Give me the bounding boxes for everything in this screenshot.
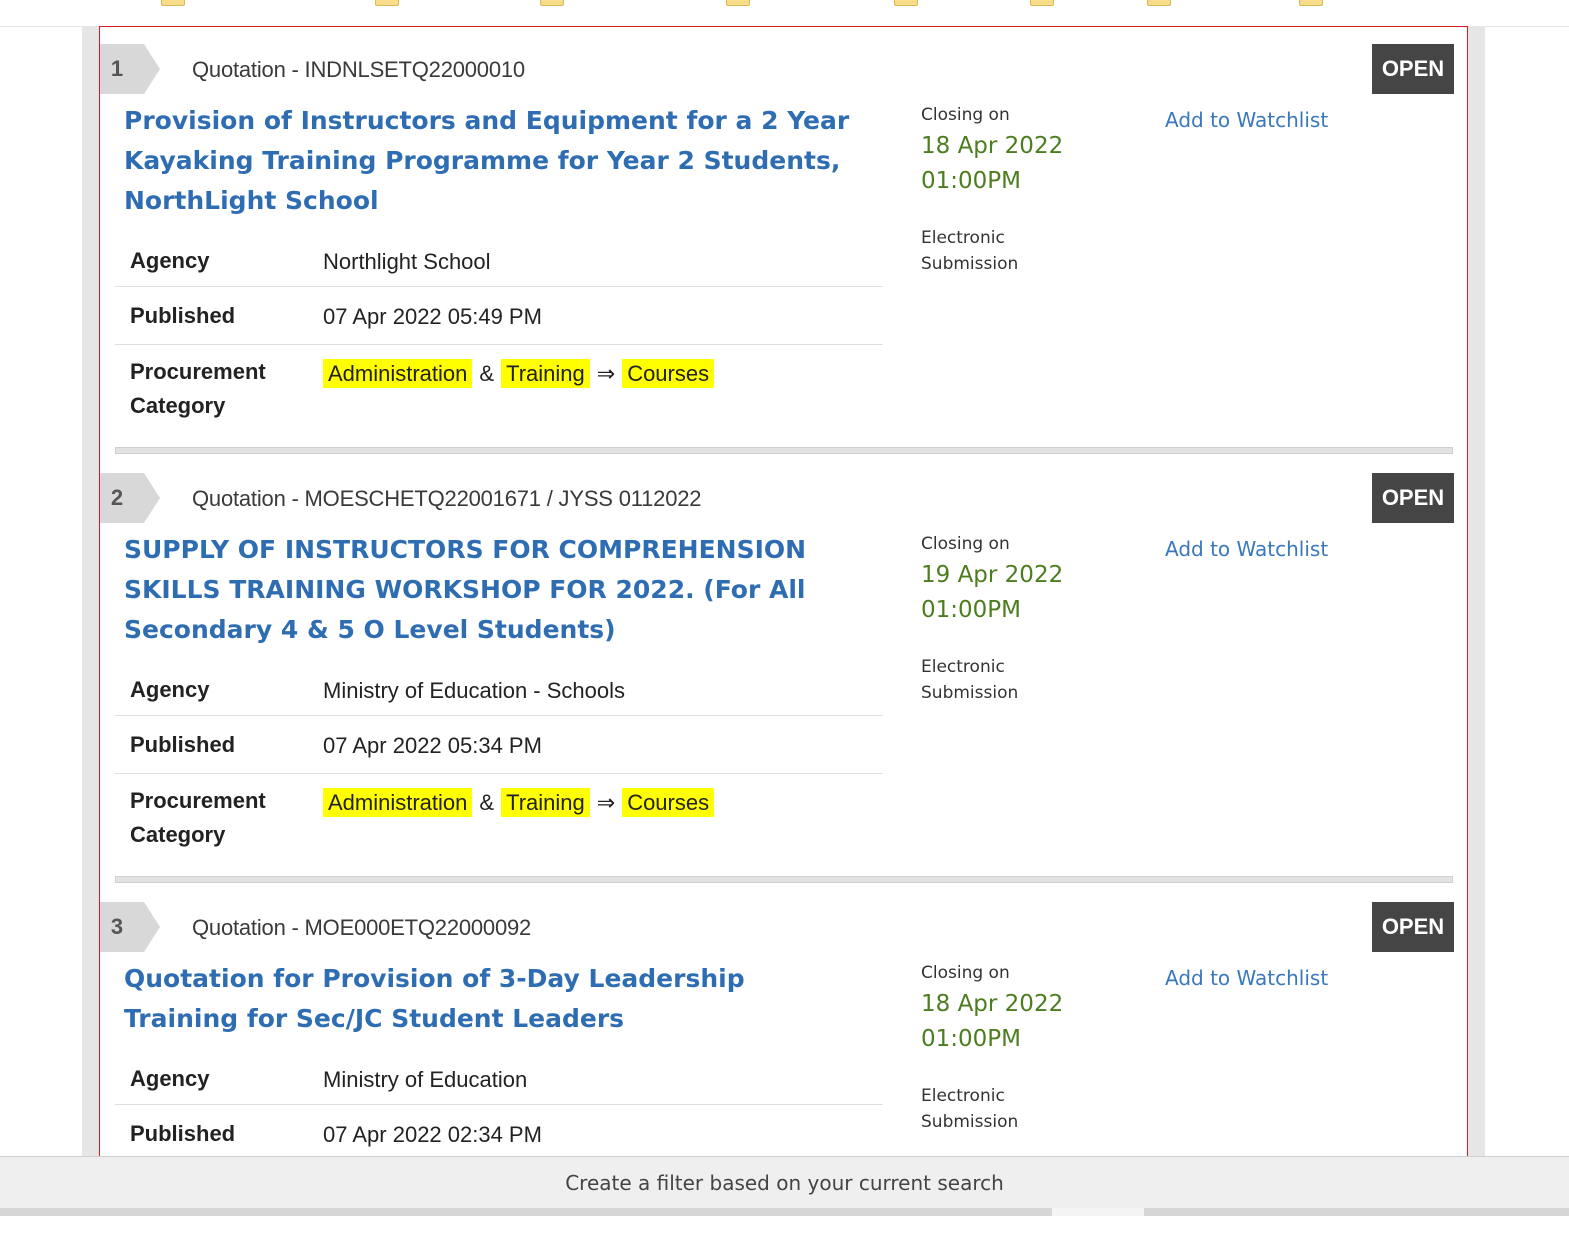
agency-label: Agency bbox=[130, 677, 210, 702]
horizontal-scrollbar[interactable] bbox=[0, 1208, 1569, 1216]
category-label-line2: Category bbox=[130, 822, 226, 847]
category-tag: Courses bbox=[622, 788, 715, 817]
category-label: Procurement Category bbox=[130, 355, 266, 423]
ampersand: & bbox=[479, 790, 495, 815]
published-row: Published 07 Apr 2022 05:49 PM bbox=[115, 287, 883, 345]
add-to-watchlist-link[interactable]: Add to Watchlist bbox=[1165, 537, 1328, 561]
category-row: Procurement Category Administration & Trai… bbox=[115, 345, 883, 435]
category-value: Administration & Training ⇒ Courses bbox=[323, 788, 715, 817]
agency-row: Agency Northlight School bbox=[115, 239, 883, 287]
status-badge: OPEN bbox=[1372, 902, 1454, 952]
closing-datetime: 18 Apr 2022 01:00PM bbox=[921, 129, 1063, 199]
published-row: Published 07 Apr 2022 05:34 PM bbox=[115, 716, 883, 774]
folder-icon bbox=[1030, 0, 1054, 6]
folder-icon bbox=[1299, 0, 1323, 6]
quotation-reference: Quotation - INDNLSETQ22000010 bbox=[192, 57, 525, 82]
folder-icon bbox=[726, 0, 750, 6]
category-tag: Training bbox=[501, 359, 590, 388]
closing-date: 19 Apr 2022 bbox=[921, 562, 1064, 588]
agency-row: Agency Ministry of Education - Schools bbox=[115, 668, 883, 716]
closing-time: 01:00PM bbox=[921, 168, 1021, 194]
details-table: Agency Ministry of Education - Schools P… bbox=[115, 668, 883, 864]
category-tag: Administration bbox=[323, 359, 473, 388]
closing-label: Closing on bbox=[921, 534, 1010, 554]
status-badge: OPEN bbox=[1372, 44, 1454, 94]
closing-date: 18 Apr 2022 bbox=[921, 991, 1064, 1017]
agency-value: Ministry of Education bbox=[323, 1067, 528, 1092]
category-tag: Training bbox=[501, 788, 590, 817]
closing-date: 18 Apr 2022 bbox=[921, 133, 1064, 159]
closing-time: 01:00PM bbox=[921, 597, 1021, 623]
category-value: Administration & Training ⇒ Courses bbox=[323, 359, 715, 388]
arrow-icon: ⇒ bbox=[596, 790, 616, 815]
category-label-line1: Procurement bbox=[130, 359, 266, 384]
tender-title-link[interactable]: Provision of Instructors and Equipment f… bbox=[124, 101, 864, 221]
closing-label: Closing on bbox=[921, 963, 1010, 983]
submission-method: Electronic Submission bbox=[921, 657, 1019, 703]
closing-datetime: 19 Apr 2022 01:00PM bbox=[921, 558, 1063, 628]
status-badge: OPEN bbox=[1372, 473, 1454, 523]
item-index-badge: 3 bbox=[100, 902, 160, 952]
category-label: Procurement Category bbox=[130, 784, 266, 852]
quotation-reference: Quotation - MOE000ETQ22000092 bbox=[192, 915, 532, 940]
published-value: 07 Apr 2022 05:49 PM bbox=[323, 304, 542, 329]
item-divider bbox=[115, 447, 1453, 454]
agency-label: Agency bbox=[130, 248, 210, 273]
published-label: Published bbox=[130, 303, 236, 328]
agency-value: Ministry of Education - Schools bbox=[323, 678, 626, 703]
item-index-badge: 1 bbox=[100, 44, 160, 94]
arrow-icon: ⇒ bbox=[596, 361, 616, 386]
add-to-watchlist-link[interactable]: Add to Watchlist bbox=[1165, 966, 1328, 990]
category-row: Procurement Category Administration & Trai… bbox=[115, 774, 883, 864]
published-label: Published bbox=[130, 732, 236, 757]
details-table: Agency Northlight School Published 07 Ap… bbox=[115, 239, 883, 435]
category-tag: Administration bbox=[323, 788, 473, 817]
submission-method: Electronic Submission bbox=[921, 1086, 1019, 1132]
top-strip bbox=[0, 0, 1569, 27]
folder-icon bbox=[1147, 0, 1171, 6]
quotation-reference: Quotation - MOESCHETQ22001671 / JYSS 011… bbox=[192, 486, 702, 511]
folder-icon bbox=[161, 0, 185, 6]
category-label-line2: Category bbox=[130, 393, 226, 418]
published-value: 07 Apr 2022 02:34 PM bbox=[323, 1122, 542, 1147]
item-divider bbox=[115, 876, 1453, 883]
folder-icon bbox=[375, 0, 399, 6]
closing-time: 01:00PM bbox=[921, 1026, 1021, 1052]
folder-icon bbox=[894, 0, 918, 6]
submission-method: Electronic Submission bbox=[921, 228, 1019, 274]
published-label: Published bbox=[130, 1121, 236, 1146]
agency-value: Northlight School bbox=[323, 249, 491, 274]
published-row: Published 07 Apr 2022 02:34 PM bbox=[115, 1105, 883, 1162]
published-value: 07 Apr 2022 05:34 PM bbox=[323, 733, 542, 758]
tender-results-list: 1 Quotation - INDNLSETQ22000010 OPEN Pro… bbox=[99, 26, 1468, 1214]
category-label-line1: Procurement bbox=[130, 788, 266, 813]
ampersand: & bbox=[479, 361, 495, 386]
item-index-badge: 2 bbox=[100, 473, 160, 523]
tender-title-link[interactable]: SUPPLY OF INSTRUCTORS FOR COMPREHENSION … bbox=[124, 530, 864, 650]
agency-row: Agency Ministry of Education bbox=[115, 1057, 883, 1105]
folder-icon bbox=[540, 0, 564, 6]
add-to-watchlist-link[interactable]: Add to Watchlist bbox=[1165, 108, 1328, 132]
create-filter-button[interactable]: Create a filter based on your current se… bbox=[0, 1156, 1569, 1209]
left-gutter bbox=[82, 26, 99, 1156]
category-tag: Courses bbox=[622, 359, 715, 388]
scrollbar-thumb[interactable] bbox=[1052, 1208, 1144, 1216]
closing-datetime: 18 Apr 2022 01:00PM bbox=[921, 987, 1063, 1057]
details-table: Agency Ministry of Education Published 0… bbox=[115, 1057, 883, 1162]
tender-title-link[interactable]: Quotation for Provision of 3-Day Leaders… bbox=[124, 959, 864, 1039]
right-gutter bbox=[1468, 26, 1485, 1156]
agency-label: Agency bbox=[130, 1066, 210, 1091]
closing-label: Closing on bbox=[921, 105, 1010, 125]
